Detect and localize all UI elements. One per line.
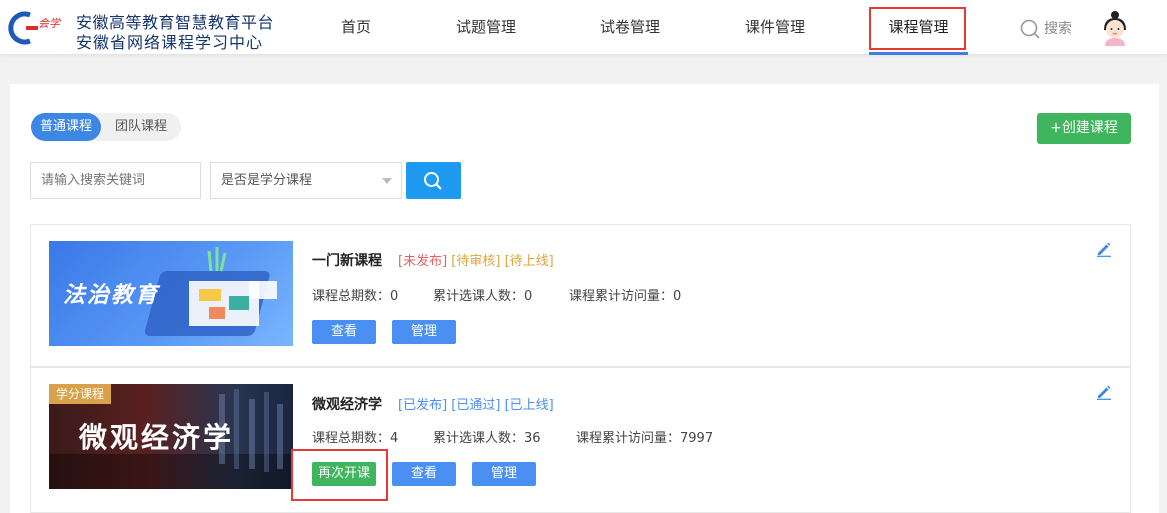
- status-badge: [未发布]: [398, 254, 448, 269]
- pencil-icon[interactable]: [1096, 384, 1112, 400]
- nav-question-management[interactable]: 试题管理: [444, 0, 528, 55]
- stat-enrolled-students: 累计选课人数：36: [433, 431, 541, 446]
- search-icon: [424, 172, 442, 190]
- stat-enrolled-students: 累计选课人数：0: [433, 289, 533, 304]
- course-title[interactable]: 微观经济学: [312, 394, 382, 414]
- credit-course-badge: 学分课程: [49, 384, 112, 404]
- status-badge: [已上线]: [504, 398, 554, 413]
- status-badge: [待审核]: [451, 254, 501, 269]
- stat-total-terms: 课程总期数：0: [312, 289, 399, 304]
- nav-course-management[interactable]: 课程管理: [869, 0, 968, 55]
- tab-regular-course[interactable]: 普通课程: [31, 113, 101, 141]
- view-button[interactable]: 查看: [392, 462, 456, 486]
- course-thumbnail[interactable]: 法治教育: [49, 241, 293, 346]
- thumbnail-text: 微观经济学: [79, 421, 235, 454]
- site-logo[interactable]: 会学 安徽高等教育智慧教育平台 安徽省网络课程学习中心: [8, 9, 288, 52]
- course-card: 学分课程 微观经济学 微观经济学 [已发布] [已通过] [已上线] 课程总期数…: [30, 367, 1131, 513]
- nav-home[interactable]: 首页: [322, 0, 390, 55]
- view-button[interactable]: 查看: [312, 320, 376, 344]
- course-thumbnail[interactable]: 学分课程 微观经济学: [49, 384, 293, 489]
- select-value: 是否是学分课程: [221, 173, 313, 188]
- course-status-group: [未发布] [待审核] [待上线]: [398, 250, 554, 269]
- credit-course-select[interactable]: 是否是学分课程: [210, 162, 402, 199]
- stat-total-visits: 课程累计访问量：0: [569, 289, 682, 304]
- create-course-button[interactable]: +创建课程: [1037, 113, 1131, 144]
- pencil-icon[interactable]: [1096, 241, 1112, 257]
- search-button[interactable]: [406, 162, 461, 199]
- nav-paper-management[interactable]: 试卷管理: [588, 0, 672, 55]
- search-icon[interactable]: [1020, 19, 1040, 39]
- manage-button[interactable]: 管理: [472, 462, 536, 486]
- nav-active-indicator: [869, 52, 968, 55]
- course-title[interactable]: 一门新课程: [312, 250, 382, 270]
- status-badge: [已发布]: [398, 398, 448, 413]
- logo-title-line2: 安徽省网络课程学习中心: [76, 33, 264, 52]
- search-input[interactable]: [30, 162, 201, 199]
- nav-courseware-management[interactable]: 课件管理: [733, 0, 817, 55]
- status-badge: [已通过]: [451, 398, 501, 413]
- manage-button[interactable]: 管理: [392, 320, 456, 344]
- logo-mark-icon: 会学: [8, 11, 62, 45]
- search-link[interactable]: 搜索: [1044, 19, 1072, 39]
- thumbnail-text: 法治教育: [63, 283, 160, 308]
- svg-text:会学: 会学: [38, 17, 62, 30]
- course-card: 法治教育 一门新课程 [未发布] [待审核] [待上线] 课程总期数：0 累计选…: [30, 224, 1131, 367]
- course-status-group: [已发布] [已通过] [已上线]: [398, 394, 554, 413]
- stat-total-visits: 课程累计访问量：7997: [576, 431, 714, 446]
- tab-team-course[interactable]: 团队课程: [103, 113, 179, 141]
- course-type-tabs: 普通课程 团队课程: [31, 113, 181, 141]
- status-badge: [待上线]: [504, 254, 554, 269]
- chevron-down-icon: [382, 178, 392, 184]
- avatar[interactable]: [1100, 10, 1130, 46]
- stat-total-terms: 课程总期数：4: [312, 431, 399, 446]
- reopen-course-button[interactable]: 再次开课: [312, 462, 376, 486]
- top-header: 会学 安徽高等教育智慧教育平台 安徽省网络课程学习中心 首页 试题管理 试卷管理…: [0, 0, 1167, 55]
